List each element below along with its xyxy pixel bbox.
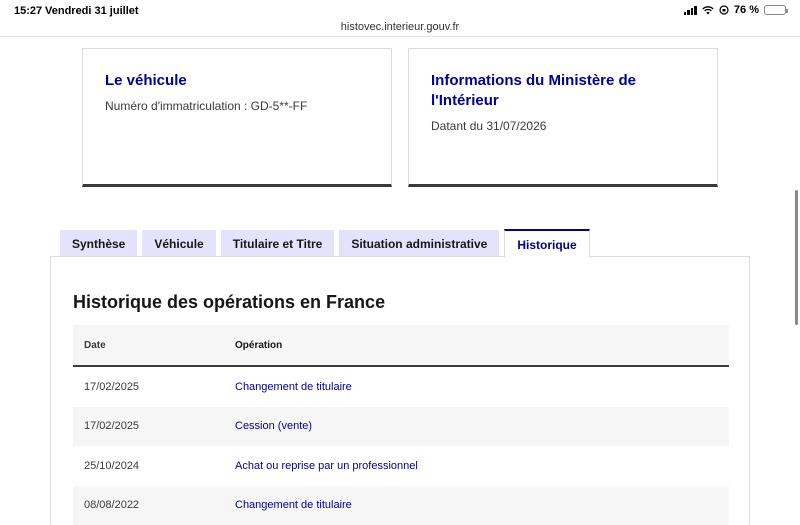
address-bar[interactable]: histovec.interieur.gouv.fr <box>0 19 800 37</box>
wifi-icon <box>702 5 714 14</box>
registration-number: Numéro d'immatriculation : GD-5**-FF <box>105 99 308 113</box>
row-date: 17/02/2025 <box>84 380 140 393</box>
ministry-card-title: Informations du Ministère de l'Intérieur <box>431 71 695 111</box>
row-date: 08/08/2022 <box>84 499 140 512</box>
status-time: 15:27 <box>14 5 43 17</box>
battery-icon <box>764 5 788 15</box>
status-date: Vendredi 31 juillet <box>45 5 139 17</box>
history-table: Date Opération 17/02/2025 Changement de … <box>73 325 729 525</box>
row-date: 25/10/2024 <box>84 459 140 472</box>
cellular-signal-icon <box>683 5 697 15</box>
table-row: 08/08/2022 Changement de titulaire <box>73 485 729 525</box>
table-header: Date Opération <box>73 325 729 367</box>
ministry-title-line1: Informations du Ministère de <box>431 72 637 89</box>
battery-percent: 76 % <box>733 4 759 16</box>
row-operation: Changement de titulaire <box>235 499 352 512</box>
table-row: 25/10/2024 Achat ou reprise par un profe… <box>73 446 729 486</box>
table-row: 17/02/2025 Changement de titulaire <box>73 367 729 407</box>
row-operation: Achat ou reprise par un professionnel <box>235 459 418 472</box>
table-row: 17/02/2025 Cession (vente) <box>73 406 729 446</box>
vehicle-card: Le véhicule Numéro d'immatriculation : G… <box>82 48 392 187</box>
history-title: Historique des opérations en France <box>73 292 386 312</box>
status-indicators: 76 % <box>683 4 788 16</box>
column-header-operation: Opération <box>235 339 283 351</box>
row-operation: Changement de titulaire <box>235 380 352 393</box>
tab-historique[interactable]: Historique <box>504 229 590 258</box>
tab-titulaire-et-titre[interactable]: Titulaire et Titre <box>220 230 335 258</box>
tab-synthese[interactable]: Synthèse <box>60 230 138 258</box>
row-date: 17/02/2025 <box>84 420 140 433</box>
tab-vehicule[interactable]: Véhicule <box>142 230 216 258</box>
history-panel: Historique des opérations en France Date… <box>50 256 750 525</box>
column-header-date: Date <box>84 339 106 351</box>
vehicle-card-title: Le véhicule <box>105 72 187 89</box>
orientation-lock-icon <box>719 5 729 15</box>
page-scrollbar[interactable] <box>795 190 798 325</box>
row-operation: Cession (vente) <box>235 420 313 433</box>
table-body: 17/02/2025 Changement de titulaire 17/02… <box>73 367 729 525</box>
ministry-card: Informations du Ministère de l'Intérieur… <box>408 48 718 187</box>
ministry-title-line2: l'Intérieur <box>431 92 499 109</box>
ministry-data-date: Datant du 31/07/2026 <box>431 119 547 133</box>
tab-situation-administrative[interactable]: Situation administrative <box>339 230 500 258</box>
url-text[interactable]: histovec.interieur.gouv.fr <box>341 21 459 33</box>
tab-bar: Synthèse Véhicule Titulaire et Titre Sit… <box>60 229 590 258</box>
